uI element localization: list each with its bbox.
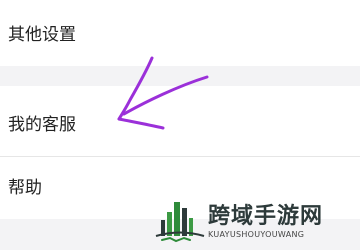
- section-gap: [0, 66, 360, 86]
- settings-row-label: 我的客服: [8, 115, 76, 135]
- settings-row-other[interactable]: 其他设置: [0, 0, 360, 66]
- settings-row-label: 帮助: [8, 178, 42, 198]
- watermark-subtitle: KUAYUSHOUYOUWANG: [208, 230, 305, 239]
- settings-row-customer-service[interactable]: 我的客服: [0, 86, 360, 156]
- settings-row-label: 其他设置: [8, 25, 76, 45]
- city-skyline-logo-icon: [155, 202, 205, 243]
- watermark-title: 跨域手游网: [208, 203, 324, 229]
- watermark: 跨域手游网 KUAYUSHOUYOUWANG: [152, 196, 352, 246]
